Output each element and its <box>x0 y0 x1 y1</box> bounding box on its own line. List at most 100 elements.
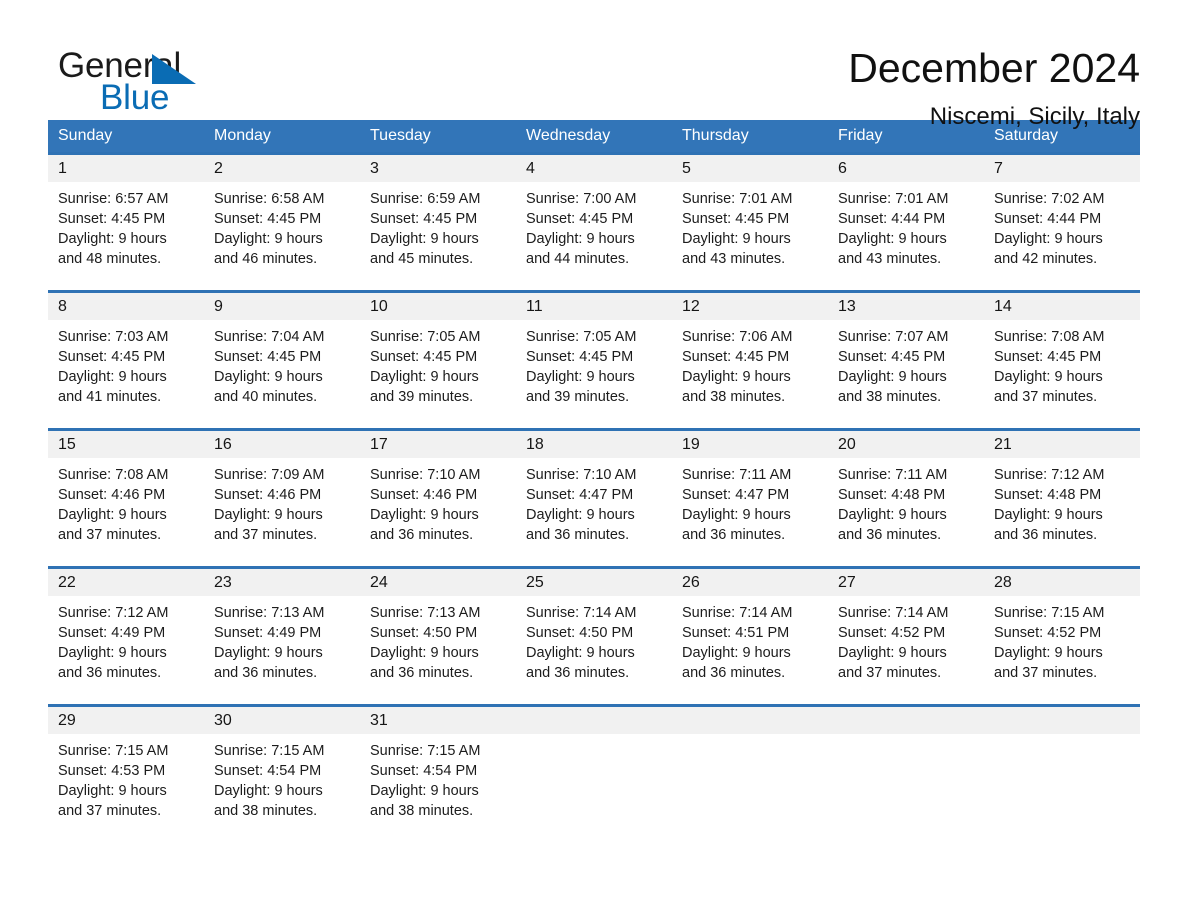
day-cell[interactable]: Sunrise: 7:12 AM Sunset: 4:48 PM Dayligh… <box>984 458 1140 566</box>
daylight-text-2: and 38 minutes. <box>838 389 942 405</box>
sunrise-text: Sunrise: 7:03 AM <box>58 329 169 345</box>
day-cell[interactable]: Sunrise: 7:09 AM Sunset: 4:46 PM Dayligh… <box>204 458 360 566</box>
day-cell[interactable]: Sunrise: 7:11 AM Sunset: 4:48 PM Dayligh… <box>828 458 984 566</box>
day-cell[interactable]: Sunrise: 7:14 AM Sunset: 4:52 PM Dayligh… <box>828 596 984 704</box>
day-number[interactable]: 20 <box>828 431 984 458</box>
day-number[interactable]: 31 <box>360 707 516 734</box>
day-number[interactable]: 27 <box>828 569 984 596</box>
day-cell[interactable]: Sunrise: 7:07 AM Sunset: 4:45 PM Dayligh… <box>828 320 984 428</box>
day-cell[interactable]: Sunrise: 7:03 AM Sunset: 4:45 PM Dayligh… <box>48 320 204 428</box>
daylight-text-1: Daylight: 9 hours <box>994 645 1103 661</box>
day-number[interactable]: 23 <box>204 569 360 596</box>
day-number[interactable]: 29 <box>48 707 204 734</box>
day-cell[interactable]: Sunrise: 7:08 AM Sunset: 4:45 PM Dayligh… <box>984 320 1140 428</box>
day-number[interactable]: 8 <box>48 293 204 320</box>
sunset-text: Sunset: 4:45 PM <box>58 349 166 365</box>
day-cell-empty <box>516 734 672 842</box>
sunset-text: Sunset: 4:45 PM <box>682 211 790 227</box>
day-number[interactable]: 15 <box>48 431 204 458</box>
sunset-text: Sunset: 4:46 PM <box>370 487 478 503</box>
day-number[interactable]: 25 <box>516 569 672 596</box>
day-number[interactable]: 12 <box>672 293 828 320</box>
day-number[interactable]: 16 <box>204 431 360 458</box>
day-cell[interactable]: Sunrise: 7:00 AM Sunset: 4:45 PM Dayligh… <box>516 182 672 290</box>
daylight-text-2: and 41 minutes. <box>58 389 162 405</box>
day-cell[interactable]: Sunrise: 7:01 AM Sunset: 4:44 PM Dayligh… <box>828 182 984 290</box>
day-number[interactable]: 5 <box>672 155 828 182</box>
day-number[interactable]: 10 <box>360 293 516 320</box>
daylight-text-1: Daylight: 9 hours <box>214 507 323 523</box>
daylight-text-2: and 39 minutes. <box>370 389 474 405</box>
day-cell[interactable]: Sunrise: 7:12 AM Sunset: 4:49 PM Dayligh… <box>48 596 204 704</box>
day-number[interactable]: 28 <box>984 569 1140 596</box>
sunset-text: Sunset: 4:45 PM <box>994 349 1102 365</box>
daylight-text-2: and 38 minutes. <box>682 389 786 405</box>
sunrise-text: Sunrise: 7:02 AM <box>994 191 1105 207</box>
day-cell[interactable]: Sunrise: 7:14 AM Sunset: 4:51 PM Dayligh… <box>672 596 828 704</box>
sunrise-text: Sunrise: 7:01 AM <box>682 191 793 207</box>
day-number[interactable]: 26 <box>672 569 828 596</box>
sunrise-text: Sunrise: 7:10 AM <box>370 467 481 483</box>
sunset-text: Sunset: 4:54 PM <box>370 763 478 779</box>
calendar-week-row: 29 30 31 Sunrise: 7:15 AM Sunset: 4:53 P… <box>48 704 1140 842</box>
day-number[interactable]: 22 <box>48 569 204 596</box>
day-cell[interactable]: Sunrise: 7:02 AM Sunset: 4:44 PM Dayligh… <box>984 182 1140 290</box>
day-number[interactable]: 30 <box>204 707 360 734</box>
sunrise-text: Sunrise: 7:08 AM <box>994 329 1105 345</box>
day-cell[interactable]: Sunrise: 7:13 AM Sunset: 4:50 PM Dayligh… <box>360 596 516 704</box>
daylight-text-1: Daylight: 9 hours <box>682 507 791 523</box>
day-number[interactable]: 13 <box>828 293 984 320</box>
day-cell[interactable]: Sunrise: 7:06 AM Sunset: 4:45 PM Dayligh… <box>672 320 828 428</box>
day-cell[interactable]: Sunrise: 7:15 AM Sunset: 4:54 PM Dayligh… <box>204 734 360 842</box>
sunrise-text: Sunrise: 7:14 AM <box>682 605 793 621</box>
daylight-text-1: Daylight: 9 hours <box>994 369 1103 385</box>
daylight-text-1: Daylight: 9 hours <box>58 507 167 523</box>
day-number[interactable]: 7 <box>984 155 1140 182</box>
sunset-text: Sunset: 4:47 PM <box>526 487 634 503</box>
day-number[interactable]: 6 <box>828 155 984 182</box>
day-number[interactable]: 14 <box>984 293 1140 320</box>
day-cell[interactable]: Sunrise: 7:10 AM Sunset: 4:46 PM Dayligh… <box>360 458 516 566</box>
day-cell[interactable]: Sunrise: 7:08 AM Sunset: 4:46 PM Dayligh… <box>48 458 204 566</box>
sunrise-text: Sunrise: 7:04 AM <box>214 329 325 345</box>
daylight-text-2: and 36 minutes. <box>214 665 318 681</box>
day-number[interactable]: 4 <box>516 155 672 182</box>
page-masthead: General Blue December 2024 Niscemi, Sici… <box>48 0 1140 130</box>
day-cell[interactable]: Sunrise: 7:10 AM Sunset: 4:47 PM Dayligh… <box>516 458 672 566</box>
day-cell[interactable]: Sunrise: 7:04 AM Sunset: 4:45 PM Dayligh… <box>204 320 360 428</box>
sunrise-text: Sunrise: 6:57 AM <box>58 191 169 207</box>
day-number[interactable]: 19 <box>672 431 828 458</box>
weekday-header-row: Sunday Monday Tuesday Wednesday Thursday… <box>48 120 1140 152</box>
day-number[interactable]: 17 <box>360 431 516 458</box>
day-number[interactable]: 1 <box>48 155 204 182</box>
sunset-text: Sunset: 4:52 PM <box>838 625 946 641</box>
daylight-text-2: and 36 minutes. <box>682 527 786 543</box>
day-number[interactable]: 24 <box>360 569 516 596</box>
sunrise-text: Sunrise: 7:08 AM <box>58 467 169 483</box>
sunset-text: Sunset: 4:44 PM <box>994 211 1102 227</box>
sunrise-text: Sunrise: 7:11 AM <box>838 467 948 483</box>
day-cell[interactable]: Sunrise: 7:01 AM Sunset: 4:45 PM Dayligh… <box>672 182 828 290</box>
day-number[interactable]: 11 <box>516 293 672 320</box>
day-number[interactable]: 2 <box>204 155 360 182</box>
day-cell[interactable]: Sunrise: 6:59 AM Sunset: 4:45 PM Dayligh… <box>360 182 516 290</box>
day-cell[interactable]: Sunrise: 7:14 AM Sunset: 4:50 PM Dayligh… <box>516 596 672 704</box>
daylight-text-2: and 43 minutes. <box>682 251 786 267</box>
day-cell[interactable]: Sunrise: 6:57 AM Sunset: 4:45 PM Dayligh… <box>48 182 204 290</box>
daylight-text-2: and 36 minutes. <box>838 527 942 543</box>
day-cell[interactable]: Sunrise: 7:15 AM Sunset: 4:53 PM Dayligh… <box>48 734 204 842</box>
day-number[interactable]: 9 <box>204 293 360 320</box>
day-number[interactable]: 3 <box>360 155 516 182</box>
day-number[interactable]: 18 <box>516 431 672 458</box>
day-number[interactable]: 21 <box>984 431 1140 458</box>
sunset-text: Sunset: 4:53 PM <box>58 763 166 779</box>
day-cell[interactable]: Sunrise: 7:05 AM Sunset: 4:45 PM Dayligh… <box>516 320 672 428</box>
day-cell[interactable]: Sunrise: 6:58 AM Sunset: 4:45 PM Dayligh… <box>204 182 360 290</box>
day-number-empty <box>984 707 1140 734</box>
day-cell[interactable]: Sunrise: 7:05 AM Sunset: 4:45 PM Dayligh… <box>360 320 516 428</box>
day-cell[interactable]: Sunrise: 7:15 AM Sunset: 4:52 PM Dayligh… <box>984 596 1140 704</box>
day-cell[interactable]: Sunrise: 7:11 AM Sunset: 4:47 PM Dayligh… <box>672 458 828 566</box>
day-cell-empty <box>672 734 828 842</box>
day-cell[interactable]: Sunrise: 7:13 AM Sunset: 4:49 PM Dayligh… <box>204 596 360 704</box>
day-cell[interactable]: Sunrise: 7:15 AM Sunset: 4:54 PM Dayligh… <box>360 734 516 842</box>
